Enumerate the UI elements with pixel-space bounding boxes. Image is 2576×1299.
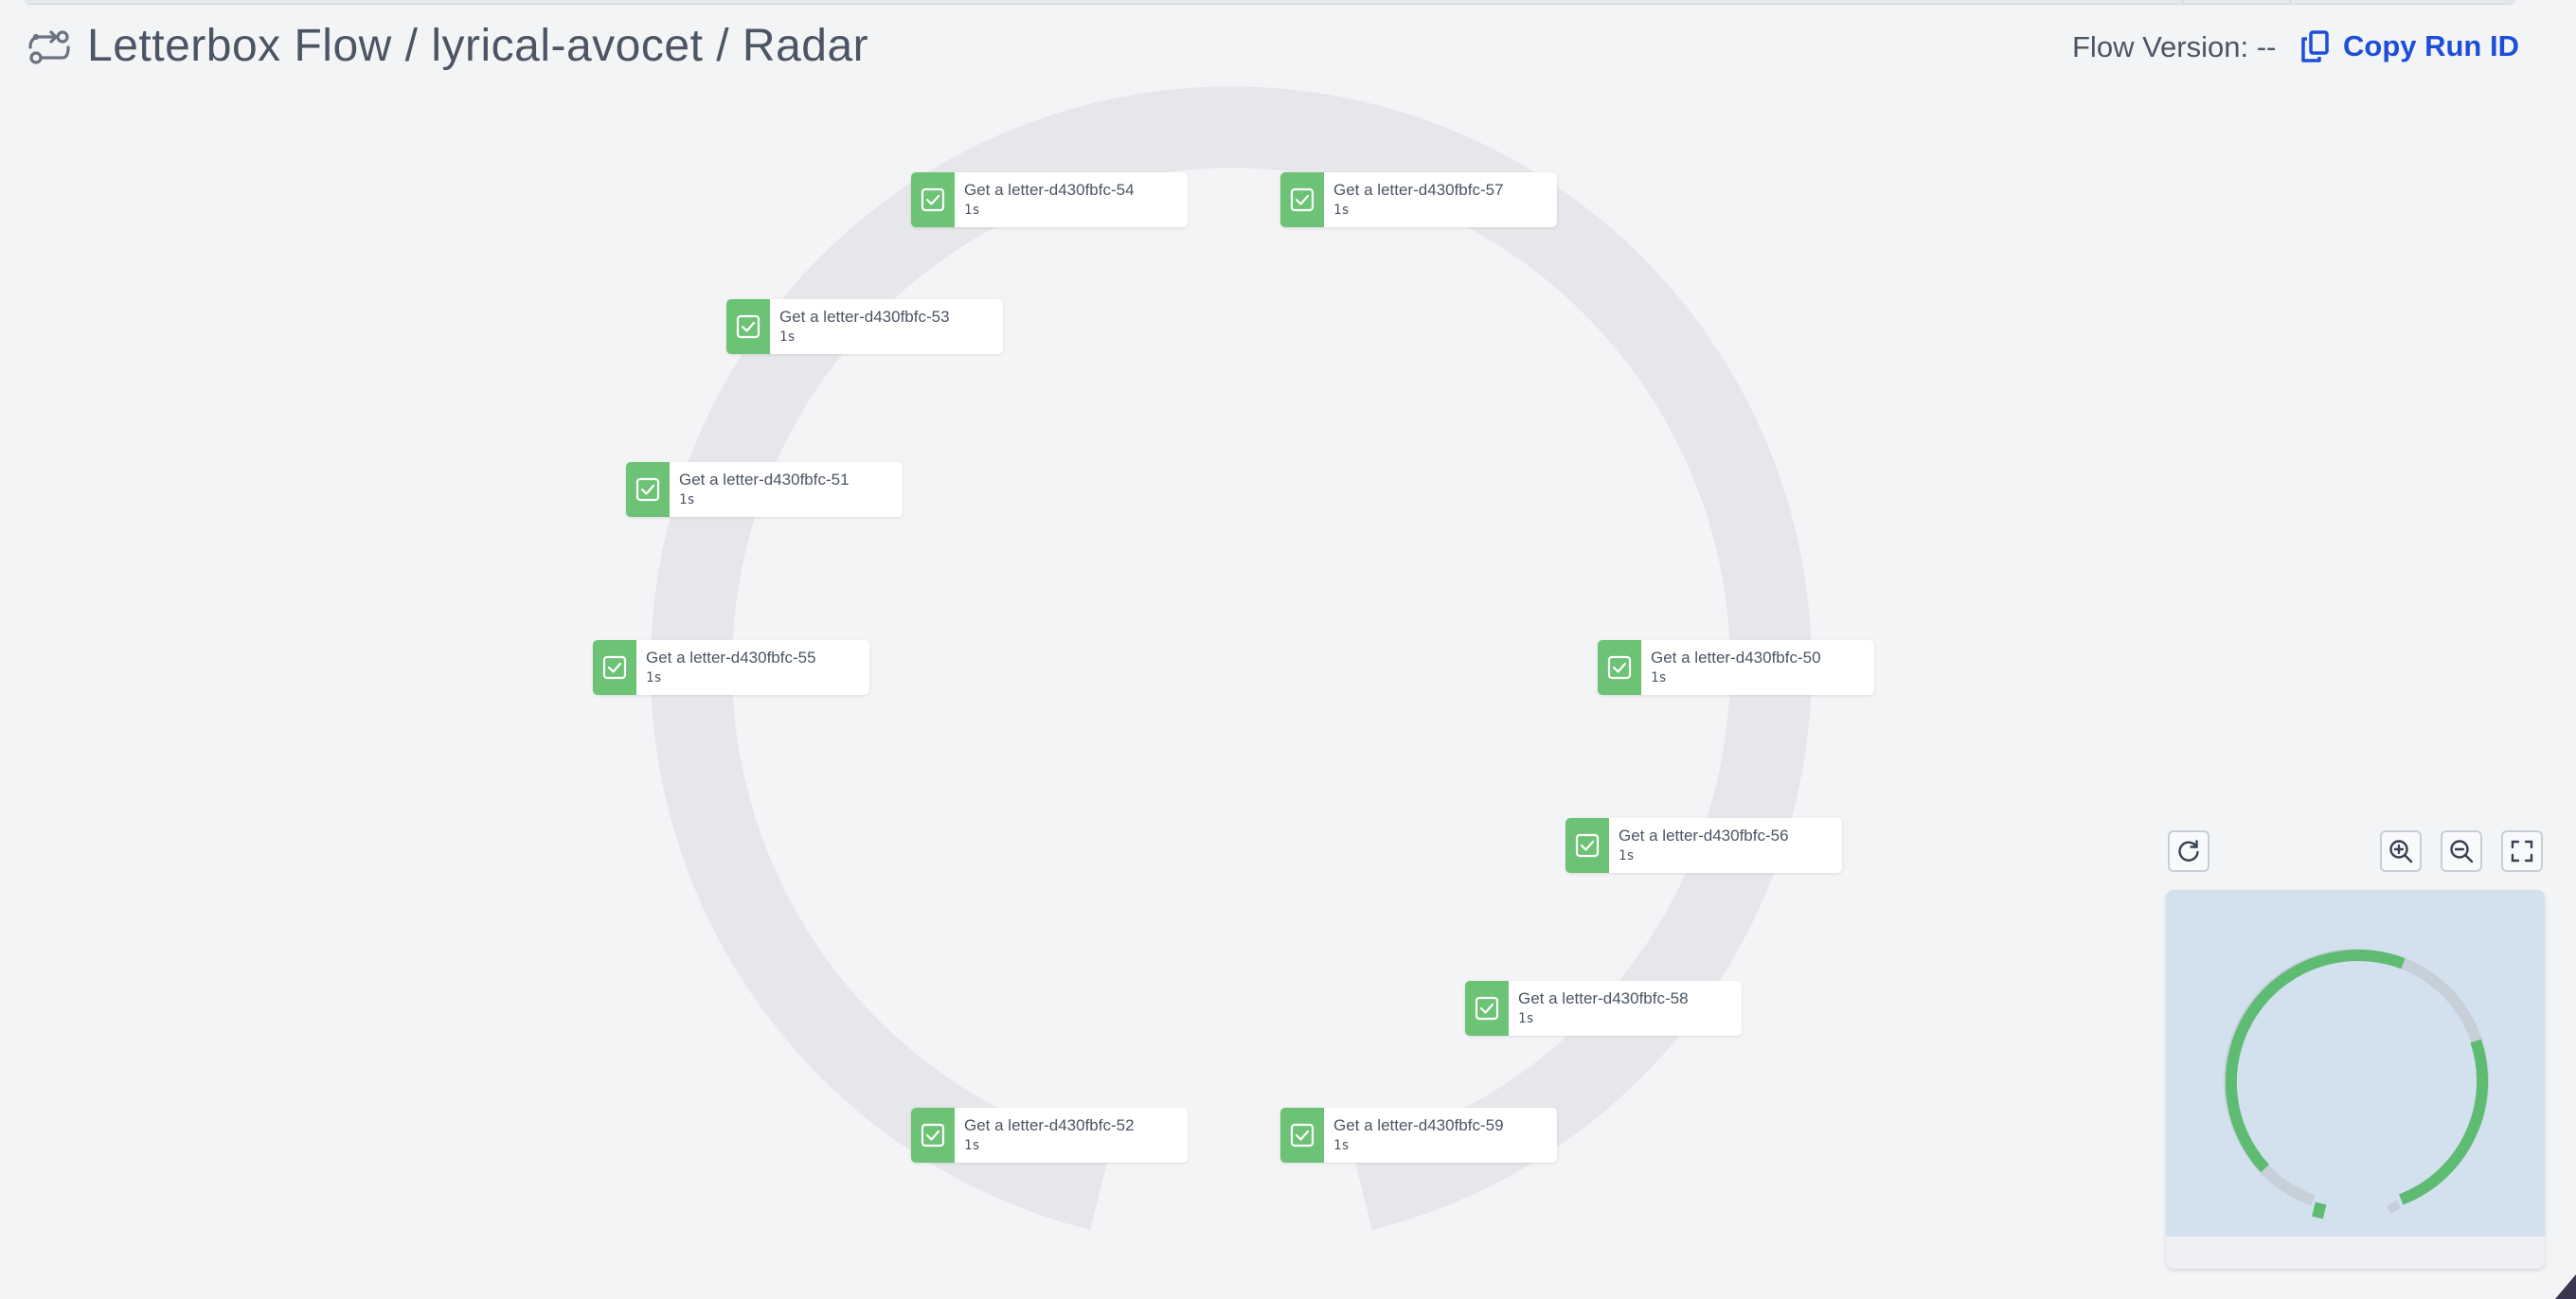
task-run-node[interactable]: Get a letter-d430fbfc-54 1s xyxy=(911,172,1188,227)
reset-view-icon xyxy=(2178,840,2199,862)
task-run-node[interactable]: Get a letter-d430fbfc-50 1s xyxy=(1598,640,1874,695)
node-duration: 1s xyxy=(964,1138,980,1153)
node-duration: 1s xyxy=(1619,848,1635,863)
node-status-success xyxy=(1280,1108,1324,1163)
node-name: Get a letter-d430fbfc-52 xyxy=(964,1116,1135,1134)
node-duration: 1s xyxy=(1333,1138,1350,1153)
copy-run-id-label: Copy Run ID xyxy=(2343,29,2519,62)
node-name: Get a letter-d430fbfc-57 xyxy=(1333,181,1504,199)
task-run-node[interactable]: Get a letter-d430fbfc-59 1s xyxy=(1280,1108,1557,1163)
check-box-icon xyxy=(635,477,660,502)
task-run-node[interactable]: Get a letter-d430fbfc-55 1s xyxy=(593,640,869,695)
minimap[interactable] xyxy=(2166,890,2545,1269)
check-box-icon xyxy=(1607,655,1632,680)
node-status-success xyxy=(911,172,955,227)
check-box-icon xyxy=(921,187,945,212)
task-run-node[interactable]: Get a letter-d430fbfc-56 1s xyxy=(1565,818,1842,873)
fullscreen-icon xyxy=(2511,840,2533,863)
node-status-success xyxy=(1598,640,1641,695)
reset-view-button[interactable] xyxy=(2168,830,2209,872)
check-box-icon xyxy=(1290,1123,1315,1148)
task-run-node[interactable]: Get a letter-d430fbfc-51 1s xyxy=(626,462,903,517)
flow-icon xyxy=(28,30,70,64)
check-box-icon xyxy=(1290,187,1315,212)
check-box-icon xyxy=(921,1123,945,1148)
node-duration: 1s xyxy=(646,670,662,685)
node-duration: 1s xyxy=(1518,1011,1534,1026)
node-name: Get a letter-d430fbfc-54 xyxy=(964,181,1135,199)
fullscreen-button[interactable] xyxy=(2501,830,2543,872)
zoom-out-button[interactable] xyxy=(2441,830,2482,872)
zoom-in-button[interactable] xyxy=(2380,830,2422,872)
node-duration: 1s xyxy=(964,203,980,218)
node-name: Get a letter-d430fbfc-55 xyxy=(646,649,816,667)
node-duration: 1s xyxy=(1651,670,1667,685)
node-name: Get a letter-d430fbfc-59 xyxy=(1333,1116,1504,1134)
node-name: Get a letter-d430fbfc-58 xyxy=(1518,989,1689,1007)
node-status-success xyxy=(1280,172,1324,227)
node-name: Get a letter-d430fbfc-51 xyxy=(679,471,850,489)
flow-version: Flow Version: -- xyxy=(2072,28,2276,66)
top-bar-separator xyxy=(2290,0,2291,4)
task-run-node[interactable]: Get a letter-d430fbfc-52 1s xyxy=(911,1108,1188,1163)
node-status-success xyxy=(726,299,770,354)
node-name: Get a letter-d430fbfc-50 xyxy=(1651,649,1821,667)
check-box-icon xyxy=(1575,833,1600,858)
node-status-success xyxy=(911,1108,955,1163)
node-status-success xyxy=(626,462,670,517)
zoom-in-icon xyxy=(2389,840,2413,863)
task-run-node[interactable]: Get a letter-d430fbfc-58 1s xyxy=(1465,981,1742,1036)
check-box-icon xyxy=(736,314,760,339)
top-bar-separator xyxy=(2182,0,2183,4)
node-name: Get a letter-d430fbfc-53 xyxy=(779,308,950,326)
page-title: Letterbox Flow / lyrical-avocet / Radar xyxy=(87,21,869,71)
node-status-success xyxy=(593,640,636,695)
window-corner xyxy=(2555,1274,2576,1299)
task-run-node[interactable]: Get a letter-d430fbfc-57 1s xyxy=(1280,172,1557,227)
task-run-node[interactable]: Get a letter-d430fbfc-53 1s xyxy=(726,299,1003,354)
node-status-success xyxy=(1465,981,1509,1036)
copy-icon xyxy=(2301,30,2329,62)
zoom-out-icon xyxy=(2450,840,2474,863)
minimap-radar xyxy=(2224,949,2489,1219)
copy-run-id-button[interactable]: Copy Run ID xyxy=(2299,26,2519,67)
node-status-success xyxy=(1565,818,1609,873)
top-bar-edge xyxy=(25,0,2515,5)
node-duration: 1s xyxy=(679,492,695,507)
node-name: Get a letter-d430fbfc-56 xyxy=(1619,827,1789,845)
node-duration: 1s xyxy=(1333,203,1350,218)
check-box-icon xyxy=(602,655,627,680)
flow-version-value: -- xyxy=(2256,30,2277,63)
check-box-icon xyxy=(1475,996,1499,1021)
flow-version-label: Flow Version: xyxy=(2072,30,2249,63)
node-duration: 1s xyxy=(779,329,796,345)
